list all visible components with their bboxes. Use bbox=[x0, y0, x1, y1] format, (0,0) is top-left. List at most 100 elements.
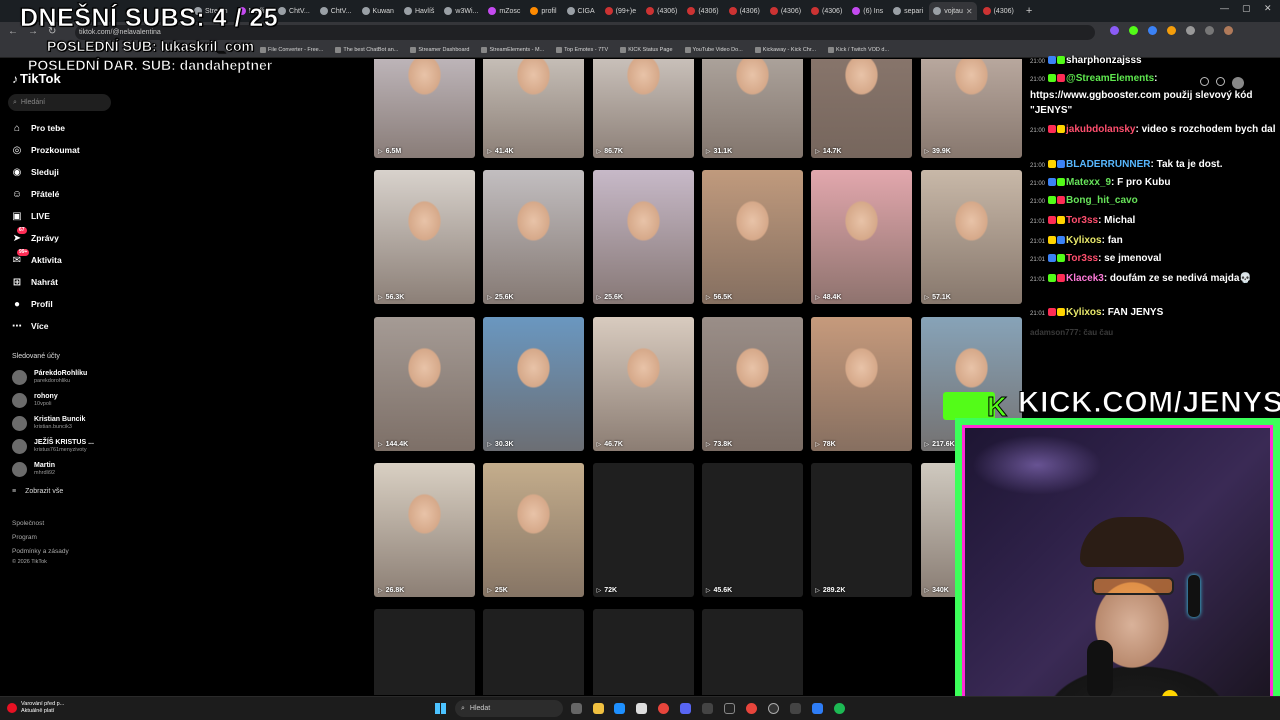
minimize-icon[interactable]: — bbox=[1220, 3, 1229, 13]
video-thumbnail[interactable]: 41.4K bbox=[483, 59, 585, 158]
downloads-icon[interactable] bbox=[1205, 26, 1214, 35]
app-icon[interactable] bbox=[790, 703, 801, 714]
video-thumbnail[interactable]: 30.3K bbox=[483, 316, 585, 451]
maximize-icon[interactable]: ▢ bbox=[1242, 3, 1251, 14]
video-thumbnail[interactable]: 56.3K bbox=[374, 170, 475, 305]
video-thumbnail[interactable]: 78K bbox=[811, 316, 913, 451]
video-thumbnail[interactable]: 57.1K bbox=[920, 170, 1022, 305]
bookmark-item[interactable]: The best ChatBot an... bbox=[335, 46, 398, 53]
chat-username[interactable]: jakubdolansky bbox=[1066, 124, 1135, 135]
video-thumbnail[interactable]: 14.7K bbox=[811, 59, 913, 158]
bookmark-item[interactable]: StreamElements - M... bbox=[481, 46, 544, 53]
browser-tab[interactable]: profil bbox=[526, 2, 560, 20]
followed-account[interactable]: JEŽÍŠ KRISTUS ... kristus761menyzivoty bbox=[12, 439, 94, 454]
chrome-icon[interactable] bbox=[746, 703, 757, 714]
browser-tab[interactable]: (4306) bbox=[683, 2, 722, 20]
windows-start-icon[interactable] bbox=[435, 703, 446, 714]
sidebar-item-inbox[interactable]: ✉ 99+ Aktivita bbox=[11, 249, 62, 266]
chat-username[interactable]: Bong_hit_cavo bbox=[1066, 195, 1138, 206]
video-thumbnail[interactable]: 25.6K bbox=[483, 170, 585, 305]
video-thumbnail[interactable]: 86.7K bbox=[592, 59, 694, 158]
video-thumbnail[interactable]: 72K bbox=[592, 462, 694, 597]
browser-tab[interactable]: Kuwan bbox=[358, 2, 398, 20]
bookmark-item[interactable]: File Converter - Free... bbox=[260, 46, 323, 53]
browser-tab[interactable]: (6) Ins bbox=[848, 2, 887, 20]
bookmark-item[interactable]: Kickaway - Kick Chr... bbox=[754, 46, 816, 53]
video-thumbnail[interactable] bbox=[374, 609, 475, 695]
browser-tab[interactable]: vojtau ✕ bbox=[929, 2, 977, 20]
browser-tab[interactable]: mZosc bbox=[484, 2, 524, 20]
video-thumbnail[interactable]: 25K bbox=[483, 462, 585, 597]
chat-username[interactable]: BLADERRUNNER bbox=[1066, 159, 1150, 170]
notes-icon[interactable] bbox=[812, 703, 823, 714]
browser-tab[interactable]: (99+)e bbox=[601, 2, 640, 20]
followed-account[interactable]: Martin mhrdli92 bbox=[12, 462, 55, 477]
chat-username[interactable]: Kylixos bbox=[1066, 307, 1102, 318]
chrome-icon[interactable] bbox=[658, 703, 669, 714]
profile-avatar-icon[interactable] bbox=[1224, 26, 1233, 35]
video-thumbnail[interactable] bbox=[483, 609, 585, 695]
app-icon[interactable] bbox=[702, 703, 713, 714]
discord-icon[interactable] bbox=[680, 703, 691, 714]
followed-account[interactable]: Kristian Buncik kristian.buncik3 bbox=[12, 416, 85, 431]
sidebar-item-compass[interactable]: ◎ Prozkoumat bbox=[11, 144, 80, 156]
edge-icon[interactable] bbox=[614, 703, 625, 714]
video-thumbnail[interactable]: 39.9K bbox=[920, 59, 1022, 158]
bookmark-item[interactable]: Kick / Twitch VOD d... bbox=[827, 46, 889, 53]
browser-tab[interactable]: ChtV... bbox=[274, 2, 314, 20]
video-thumbnail[interactable]: 6.5M bbox=[374, 59, 475, 158]
avatar[interactable] bbox=[1232, 77, 1244, 89]
sidebar-item-more[interactable]: ⋯ Více bbox=[11, 320, 49, 332]
sidebar-item-following[interactable]: ◉ Sleduji bbox=[11, 166, 59, 178]
terminal-icon[interactable] bbox=[724, 703, 735, 714]
chat-username[interactable]: Kylixos bbox=[1066, 235, 1102, 246]
chat-username[interactable]: sharphonzajsss bbox=[1066, 55, 1142, 66]
chat-username[interactable]: Matexx_9 bbox=[1066, 177, 1111, 188]
settings-icon[interactable] bbox=[1200, 77, 1209, 86]
video-thumbnail[interactable]: 46.7K bbox=[592, 316, 694, 451]
video-thumbnail[interactable] bbox=[592, 609, 694, 695]
extension-icon[interactable] bbox=[1110, 26, 1119, 35]
weather-warning-widget[interactable]: Varování před p... Aktuálně platí bbox=[7, 701, 64, 715]
sidebar-item-live[interactable]: ▣ LIVE bbox=[11, 210, 50, 222]
footer-terms[interactable]: Podmínky a zásady bbox=[12, 548, 69, 555]
video-thumbnail[interactable]: 26.8K bbox=[374, 462, 475, 597]
video-thumbnail[interactable]: 48.4K bbox=[811, 170, 913, 305]
extension-icon[interactable] bbox=[1129, 26, 1138, 35]
followed-account[interactable]: PárekdoRohlíku parekdorohliku bbox=[12, 370, 87, 385]
bookmark-item[interactable]: KICK Status Page bbox=[620, 46, 673, 53]
close-window-icon[interactable]: ✕ bbox=[1264, 3, 1272, 14]
browser-tab[interactable]: (4306) bbox=[725, 2, 764, 20]
bookmark-item[interactable]: Top Emotes - 7TV bbox=[556, 46, 608, 53]
bookmark-item[interactable]: YouTube Video Do... bbox=[684, 46, 743, 53]
chat-username[interactable]: Klacek3 bbox=[1066, 273, 1104, 284]
footer-company[interactable]: Společnost bbox=[12, 520, 44, 527]
video-thumbnail[interactable] bbox=[701, 609, 803, 695]
video-thumbnail[interactable]: 289.2K bbox=[811, 462, 913, 597]
close-tab-icon[interactable]: ✕ bbox=[966, 7, 973, 16]
browser-tab[interactable]: Havlíš bbox=[400, 2, 438, 20]
video-thumbnail[interactable]: 56.5K bbox=[701, 170, 803, 305]
browser-tab[interactable]: (4306) bbox=[766, 2, 805, 20]
browser-tab[interactable]: w3Wi... bbox=[440, 2, 482, 20]
show-all-button[interactable]: ≡ Zobrazit vše bbox=[12, 488, 63, 495]
chat-username[interactable]: Tor3ss bbox=[1066, 253, 1098, 264]
browser-tab[interactable]: (4306) bbox=[642, 2, 681, 20]
browser-tab[interactable]: (4306) bbox=[807, 2, 846, 20]
chat-username[interactable]: @StreamElements bbox=[1066, 73, 1154, 84]
video-thumbnail[interactable]: 45.6K bbox=[701, 462, 803, 597]
browser-tab[interactable]: separi bbox=[889, 2, 927, 20]
chat-username[interactable]: Tor3ss bbox=[1066, 215, 1098, 226]
sidebar-item-send[interactable]: ➤ 67 Zprávy bbox=[11, 227, 59, 244]
video-thumbnail[interactable]: 25.6K bbox=[592, 170, 694, 305]
sidebar-item-upload[interactable]: ⊞ Nahrát bbox=[11, 276, 58, 288]
back-icon[interactable]: ← bbox=[8, 26, 18, 37]
followed-account[interactable]: rohony 10vpoli bbox=[12, 393, 58, 408]
task-view-icon[interactable] bbox=[571, 703, 582, 714]
tiktok-search-input[interactable]: ⌕ Hledání bbox=[8, 94, 111, 111]
footer-program[interactable]: Program bbox=[12, 534, 37, 541]
phone-icon[interactable] bbox=[1216, 77, 1225, 86]
sidebar-item-home[interactable]: ⌂ Pro tebe bbox=[11, 122, 65, 134]
store-icon[interactable] bbox=[636, 703, 647, 714]
sidebar-item-profile[interactable]: ● Profil bbox=[11, 298, 53, 310]
